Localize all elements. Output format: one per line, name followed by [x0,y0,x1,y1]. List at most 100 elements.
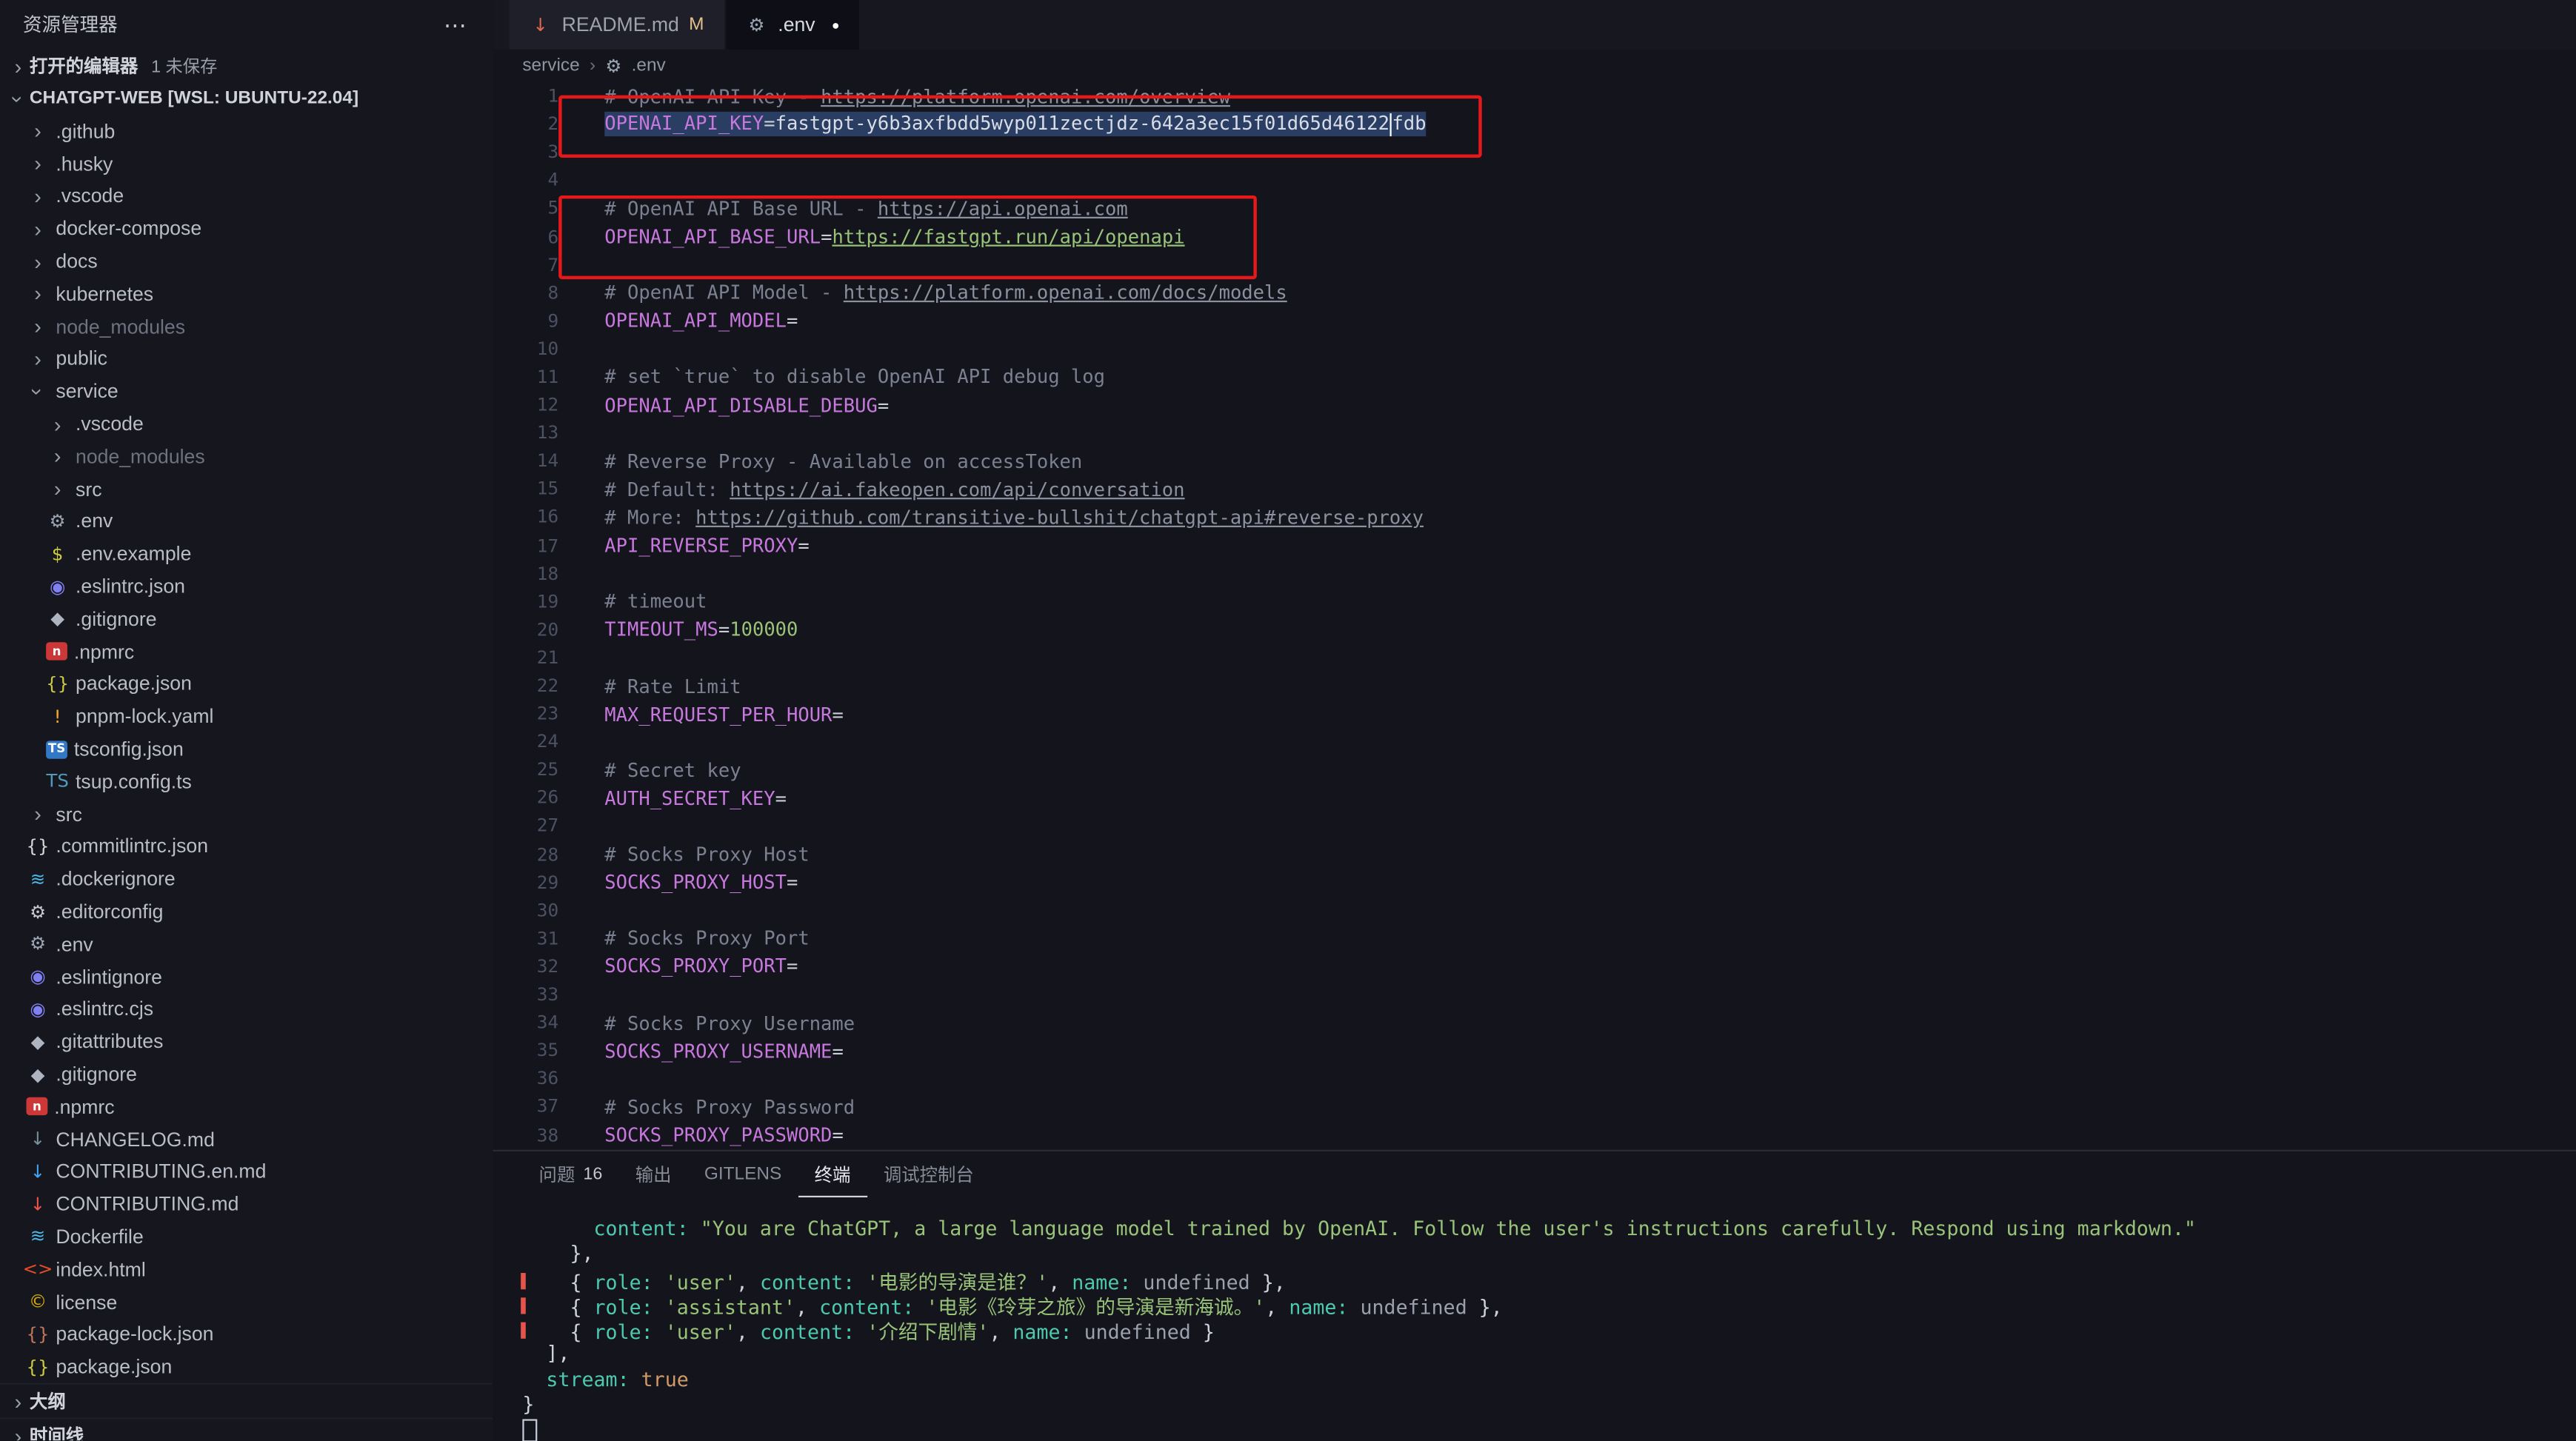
breadcrumb[interactable]: service › ⚙ .env [493,50,2576,82]
code-line-6[interactable]: 6OPENAI_API_BASE_URL=https://fastgpt.run… [493,222,2576,250]
tree-folder-service[interactable]: ›service [0,375,493,408]
code-line-38[interactable]: 38SOCKS_PROXY_PASSWORD= [493,1121,2576,1149]
outline-section[interactable]: › 大纲 [0,1383,493,1418]
code-line-2[interactable]: 2OPENAI_API_KEY=fastgpt-y6b3axfbdd5wyp01… [493,110,2576,138]
more-actions-icon[interactable]: ⋯ [444,10,470,39]
tree-file-.env[interactable]: ⚙.env [0,505,493,538]
code-line-4[interactable]: 4 [493,167,2576,195]
tree-file-.env.example[interactable]: $.env.example [0,538,493,570]
tree-file-.gitignore[interactable]: ◆.gitignore [0,603,493,635]
tree-folder-public[interactable]: ›public [0,343,493,375]
tree-folder-node_modules[interactable]: ›node_modules [0,440,493,472]
project-root-section[interactable]: › CHATGPT-WEB [WSL: UBUNTU-22.04] [0,82,493,115]
code-line-7[interactable]: 7 [493,250,2576,278]
code-line-9[interactable]: 9OPENAI_API_MODEL= [493,307,2576,335]
code-line-32[interactable]: 32SOCKS_PROXY_PORT= [493,952,2576,980]
tree-folder-docker-compose[interactable]: ›docker-compose [0,213,493,245]
terminal-output[interactable]: content: "You are ChatGPT, a large langu… [493,1197,2576,1441]
unsaved-dot-icon[interactable]: ● [832,17,840,32]
code-line-10[interactable]: 10 [493,335,2576,363]
tree-file-CHANGELOG.md[interactable]: ↓CHANGELOG.md [0,1123,493,1156]
tree-file-index.html[interactable]: <>index.html [0,1253,493,1285]
code-line-3[interactable]: 3 [493,138,2576,167]
tree-file-.gitattributes[interactable]: ◆.gitattributes [0,1026,493,1058]
tree-file-.env[interactable]: ⚙.env [0,928,493,960]
tree-file-tsup.config.ts[interactable]: TStsup.config.ts [0,766,493,798]
tree-file-CONTRIBUTING.md[interactable]: ↓CONTRIBUTING.md [0,1188,493,1220]
code-line-35[interactable]: 35SOCKS_PROXY_USERNAME= [493,1037,2576,1065]
tree-folder-.husky[interactable]: ›.husky [0,147,493,180]
code-line-12[interactable]: 12OPENAI_API_DISABLE_DEBUG= [493,391,2576,419]
tree-file-.gitignore[interactable]: ◆.gitignore [0,1058,493,1091]
code-line-21[interactable]: 21 [493,643,2576,672]
tree-folder-.vscode[interactable]: ›.vscode [0,407,493,440]
code-line-23[interactable]: 23MAX_REQUEST_PER_HOUR= [493,700,2576,728]
open-editors-section[interactable]: › 打开的编辑器 1 未保存 [0,50,493,82]
line-number: 33 [493,984,568,1006]
tree-file-.npmrc[interactable]: n.npmrc [0,1091,493,1123]
code-line-33[interactable]: 33 [493,980,2576,1009]
tree-folder-kubernetes[interactable]: ›kubernetes [0,278,493,310]
panel-tab-输出[interactable]: 输出 [619,1151,688,1197]
code-line-22[interactable]: 22# Rate Limit [493,672,2576,700]
code-line-36[interactable]: 36 [493,1065,2576,1093]
tree-file-.npmrc[interactable]: n.npmrc [0,635,493,668]
code-editor[interactable]: 1# OpenAI API Key - https://platform.ope… [493,82,2576,1150]
code-line-1[interactable]: 1# OpenAI API Key - https://platform.ope… [493,82,2576,110]
tree-folder-node_modules[interactable]: ›node_modules [0,310,493,343]
code-line-29[interactable]: 29SOCKS_PROXY_HOST= [493,869,2576,897]
tree-file-.eslintignore[interactable]: ◉.eslintignore [0,960,493,993]
code-line-25[interactable]: 25# Secret key [493,756,2576,784]
tree-folder-src[interactable]: ›src [0,472,493,505]
code-line-34[interactable]: 34# Socks Proxy Username [493,1009,2576,1037]
code-line-27[interactable]: 27 [493,812,2576,840]
tree-file-tsconfig.json[interactable]: TStsconfig.json [0,733,493,766]
code-line-37[interactable]: 37# Socks Proxy Password [493,1093,2576,1121]
tree-file-.eslintrc.cjs[interactable]: ◉.eslintrc.cjs [0,993,493,1026]
timeline-section[interactable]: › 时间线 [0,1417,493,1440]
panel-tab-GITLENS[interactable]: GITLENS [688,1151,798,1197]
code-line-17[interactable]: 17API_REVERSE_PROXY= [493,532,2576,560]
tree-file-package-lock.json[interactable]: {}package-lock.json [0,1318,493,1351]
code-line-20[interactable]: 20TIMEOUT_MS=100000 [493,615,2576,643]
code-line-19[interactable]: 19# timeout [493,587,2576,615]
code-line-11[interactable]: 11# set `true` to disable OpenAI API deb… [493,363,2576,391]
code-line-13[interactable]: 13 [493,419,2576,447]
code-line-24[interactable]: 24 [493,728,2576,756]
tree-file-.dockerignore[interactable]: ≋.dockerignore [0,863,493,895]
tree-file-.eslintrc.json[interactable]: ◉.eslintrc.json [0,570,493,603]
code-line-16[interactable]: 16# More: https://github.com/transitive-… [493,504,2576,532]
tree-file-license[interactable]: ©license [0,1285,493,1318]
panel-tab-终端[interactable]: 终端 [798,1151,867,1197]
code-line-18[interactable]: 18 [493,559,2576,587]
tree-file-pnpm-lock.yaml[interactable]: !pnpm-lock.yaml [0,701,493,733]
panel-tab-调试控制台[interactable]: 调试控制台 [867,1151,990,1197]
code-line-5[interactable]: 5# OpenAI API Base URL - https://api.ope… [493,195,2576,223]
terminal-cursor[interactable] [522,1419,537,1441]
docker-icon: ≋ [26,868,49,891]
code-line-15[interactable]: 15# Default: https://ai.fakeopen.com/api… [493,475,2576,504]
tree-file-.editorconfig[interactable]: ⚙.editorconfig [0,895,493,928]
tree-file-.commitlintrc.json[interactable]: {}.commitlintrc.json [0,830,493,863]
tree-folder-.github[interactable]: ›.github [0,115,493,147]
code-line-8[interactable]: 8# OpenAI API Model - https://platform.o… [493,278,2576,307]
tree-file-CONTRIBUTING.en.md[interactable]: ↓CONTRIBUTING.en.md [0,1155,493,1188]
code-line-26[interactable]: 26AUTH_SECRET_KEY= [493,784,2576,812]
tree-folder-src[interactable]: ›src [0,798,493,830]
tree-folder-.vscode[interactable]: ›.vscode [0,180,493,213]
line-number: 19 [493,591,568,612]
code-line-30[interactable]: 30 [493,896,2576,924]
editor-tab-README.md[interactable]: ↓README.mdM [510,0,724,50]
code-line-28[interactable]: 28# Socks Proxy Host [493,840,2576,869]
code-line-14[interactable]: 14# Reverse Proxy - Available on accessT… [493,447,2576,475]
panel-tab-问题[interactable]: 问题16 [522,1151,618,1197]
tree-file-Dockerfile[interactable]: ≋Dockerfile [0,1220,493,1253]
breadcrumb-folder[interactable]: service [522,56,579,76]
tree-folder-docs[interactable]: ›docs [0,245,493,278]
tree-file-package.json[interactable]: {}package.json [0,668,493,701]
breadcrumb-file[interactable]: .env [632,56,666,76]
editor-tab-.env[interactable]: ⚙.env● [725,0,859,50]
tree-file-package.json[interactable]: {}package.json [0,1351,493,1383]
tree-item-label: .gitignore [56,1063,137,1086]
code-line-31[interactable]: 31# Socks Proxy Port [493,924,2576,952]
